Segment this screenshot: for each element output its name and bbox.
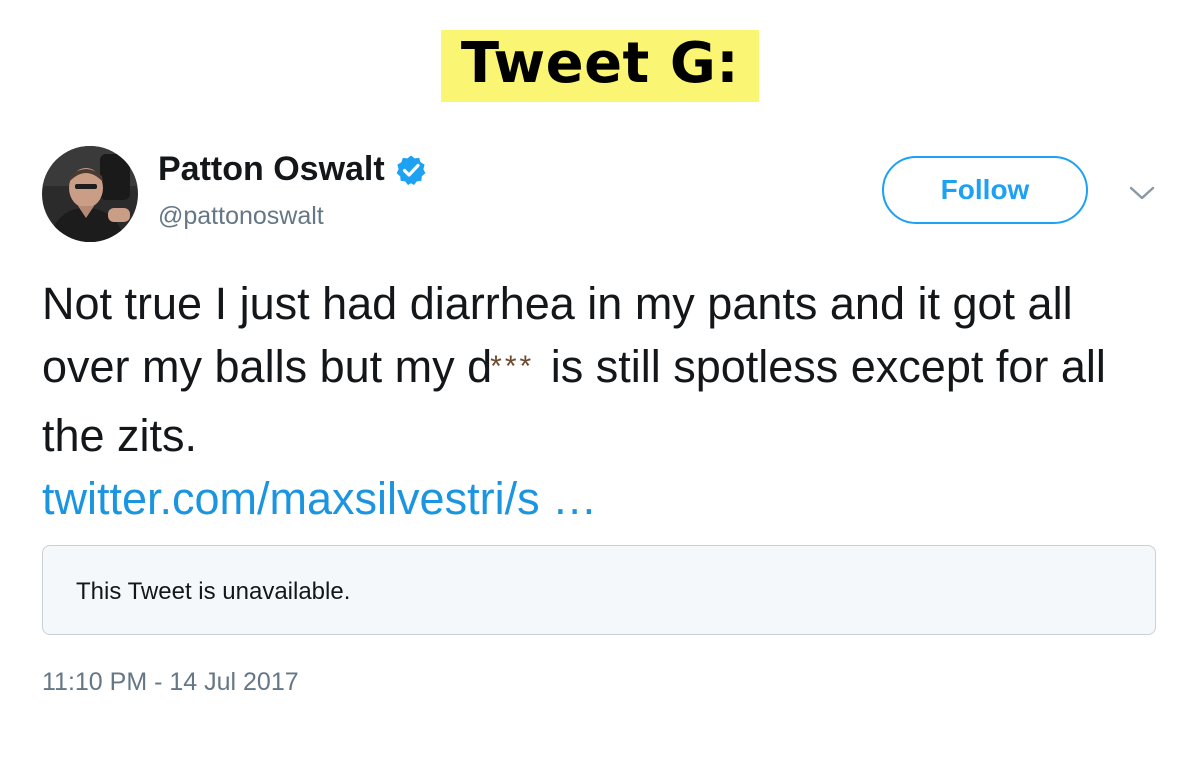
tweet-link[interactable]: twitter.com/maxsilvestri/s … — [42, 467, 1172, 530]
tweet-text: Not true I just had diarrhea in my pants… — [42, 272, 1172, 530]
censor-stars: *** — [490, 350, 535, 383]
author-name-row: Patton Oswalt — [158, 150, 427, 189]
unavailable-notice: This Tweet is unavailable. — [76, 578, 351, 605]
verified-badge-icon — [396, 155, 426, 185]
follow-button[interactable]: Follow — [882, 156, 1088, 224]
author-display-name[interactable]: Patton Oswalt — [158, 150, 385, 189]
author-handle[interactable]: @pattonoswalt — [158, 202, 324, 231]
profile-photo — [42, 146, 138, 242]
tweet-label: Tweet G: — [440, 30, 760, 102]
avatar[interactable] — [42, 146, 138, 242]
chevron-down-icon[interactable] — [1128, 184, 1156, 202]
label-wrapper: Tweet G: — [0, 30, 1200, 102]
quoted-tweet-card[interactable]: This Tweet is unavailable. — [42, 545, 1156, 635]
tweet-timestamp[interactable]: 11:10 PM - 14 Jul 2017 — [42, 668, 299, 697]
